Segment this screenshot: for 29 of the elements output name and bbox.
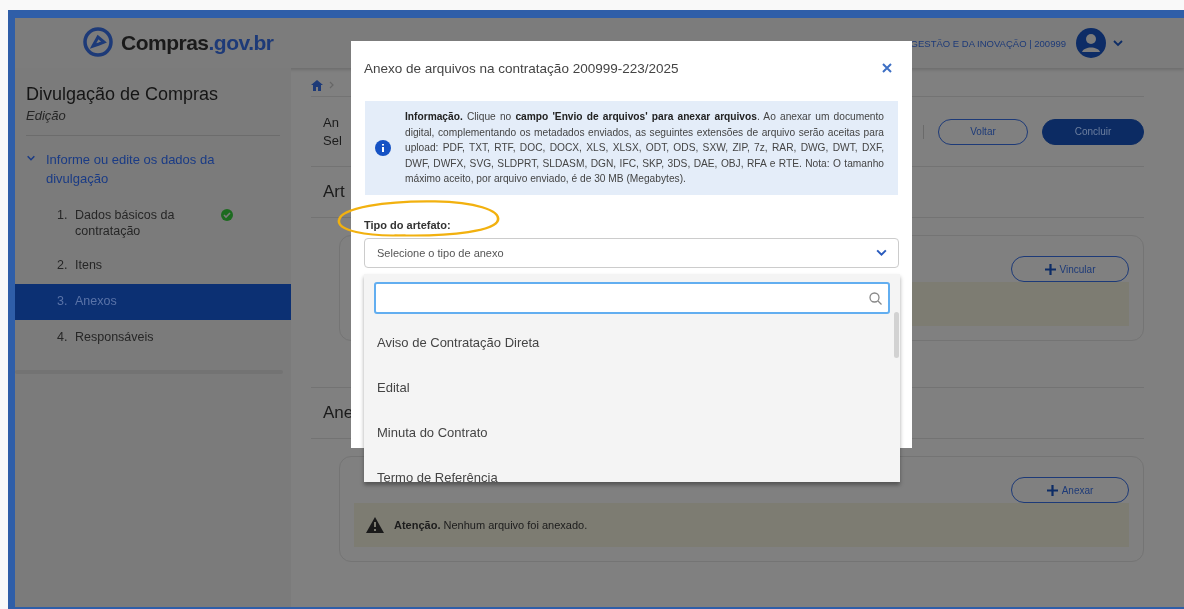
alert-text: Atenção. Nenhum arquivo foi anexado. [394,519,588,531]
info-icon [375,140,391,156]
user-avatar-icon[interactable] [1076,28,1106,58]
close-button[interactable] [882,63,892,73]
type-select[interactable]: Selecione o tipo de anexo [364,237,899,268]
conclude-button[interactable]: Concluir [1042,118,1144,145]
sidebar-step[interactable]: 3. Anexos [15,284,291,320]
home-icon[interactable] [311,79,323,91]
search-icon [869,291,882,305]
plus-icon [1046,484,1058,496]
chevron-right-icon [329,81,335,89]
page-subheading: Sel [323,131,342,150]
sidebar-step[interactable]: 1. Dados básicos da contratação [15,198,291,248]
modal-title: Anexo de arquivos na contratação 200999-223/2025 [364,60,679,76]
search-field[interactable] [374,282,890,314]
field-label: Tipo do artefato: [364,218,452,231]
chevron-down-icon [1112,37,1124,49]
site-logo[interactable]: Compras.gov.br [81,26,274,60]
chevron-down-icon [26,153,36,163]
dropdown-option[interactable]: Termo de Referência [364,455,900,482]
page-heading: An [323,113,340,132]
sidebar-section[interactable]: Informe ou edite os dados da divulgação [15,136,255,188]
sidebar-step[interactable]: 4. Responsáveis [15,320,291,356]
plus-icon [1044,263,1056,275]
sidebar-title: Divulgação de Compras [25,84,220,105]
warning-icon [366,517,384,533]
dropdown-option[interactable]: Aviso de Contratação Direta [364,320,900,365]
sidebar-step[interactable]: 2. Itens [15,248,291,284]
sidebar-subtitle: Edição [25,107,67,125]
